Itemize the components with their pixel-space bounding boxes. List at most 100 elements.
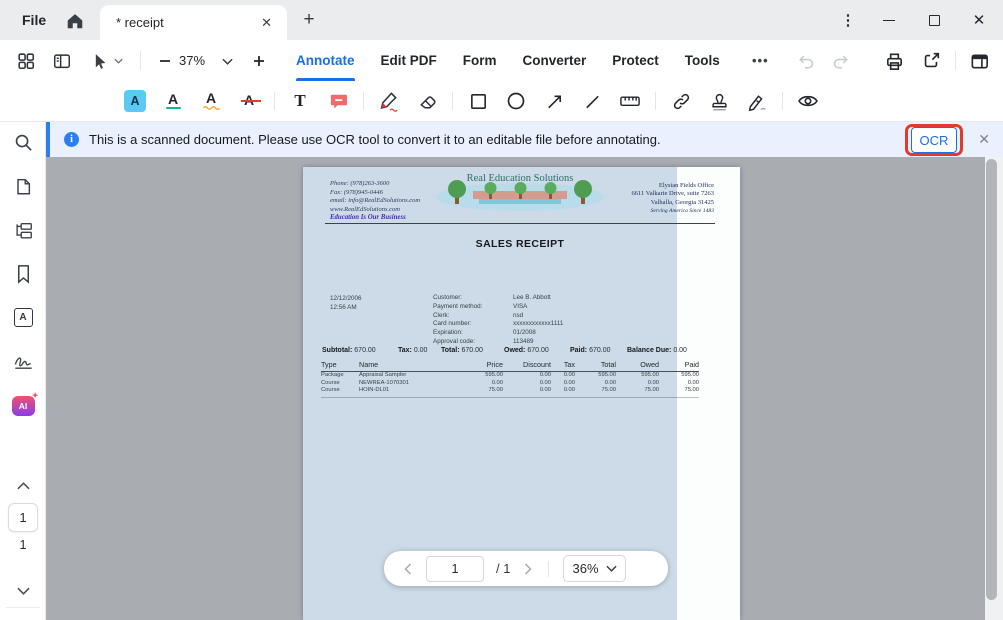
- document-tab[interactable]: * receipt ✕: [100, 5, 287, 40]
- home-icon: [65, 11, 85, 31]
- previous-page-button[interactable]: [9, 472, 37, 500]
- print-button[interactable]: [881, 48, 907, 74]
- highlight-tool[interactable]: A: [116, 81, 154, 122]
- tab-annotate-label: Annotate: [296, 53, 355, 68]
- arrow-icon: [545, 92, 564, 111]
- zoom-select[interactable]: 36%: [563, 555, 625, 582]
- zoom-dropdown[interactable]: [218, 48, 236, 74]
- sidebar-page-input[interactable]: [8, 503, 38, 532]
- ruler-icon: [619, 92, 641, 110]
- minimize-button[interactable]: [874, 0, 904, 40]
- annotate-toolbar: A A A A T: [0, 81, 1003, 122]
- bookmark-panel-button[interactable]: [9, 259, 37, 287]
- maximize-button[interactable]: [919, 0, 949, 40]
- home-button[interactable]: [62, 8, 88, 34]
- receipt-contact-block: Phone: (978)263-3600 Fax: (978)945-0446 …: [330, 180, 420, 223]
- comment-tool[interactable]: [319, 81, 357, 122]
- link-tool[interactable]: [662, 81, 700, 122]
- receipt-details: Customer:Lee B. Abbott Payment method:VI…: [433, 294, 563, 347]
- layout-topbar-icon: [969, 51, 990, 72]
- zoom-in-button[interactable]: [246, 48, 272, 74]
- vertical-scrollbar-track[interactable]: [985, 157, 1003, 620]
- banner-close-icon[interactable]: ✕: [978, 122, 990, 157]
- tab-form[interactable]: Form: [463, 40, 497, 81]
- chevron-down-icon: [17, 587, 30, 595]
- measure-tool[interactable]: [611, 81, 649, 122]
- tab-close-icon[interactable]: ✕: [256, 13, 277, 33]
- ocr-button[interactable]: OCR: [911, 127, 957, 153]
- select-tool-button[interactable]: [86, 48, 112, 74]
- highlight-icon: A: [124, 90, 146, 112]
- page-number-input[interactable]: [426, 556, 484, 582]
- divider: [655, 92, 656, 110]
- zoom-select-value: 36%: [572, 561, 598, 576]
- share-export-button[interactable]: [918, 48, 944, 74]
- select-tool-dropdown[interactable]: [110, 48, 126, 74]
- tab-edit-pdf-label: Edit PDF: [381, 53, 437, 68]
- divider: [548, 561, 549, 577]
- underline-tool[interactable]: A: [154, 81, 192, 122]
- receipt-office-block: Elysian Fields Office 6611 Valkarie Driv…: [632, 182, 715, 216]
- layout-toggle-button[interactable]: [966, 48, 992, 74]
- tab-converter-label: Converter: [523, 53, 587, 68]
- vertical-scrollbar-thumb[interactable]: [986, 159, 997, 600]
- zoom-out-button[interactable]: [152, 48, 178, 74]
- squiggly-underline-tool[interactable]: A: [192, 81, 230, 122]
- signature-tool[interactable]: [738, 81, 776, 122]
- visibility-tool[interactable]: [789, 81, 827, 122]
- window-menu-button[interactable]: ⋮: [833, 0, 863, 40]
- table-row: CourseNEWREA-1070301 0.000.00 0.000.00 0…: [321, 380, 699, 388]
- signature-squiggle-icon: [12, 351, 35, 371]
- ai-assistant-button[interactable]: AI✦: [9, 392, 37, 420]
- strikethrough-tool[interactable]: A: [230, 81, 268, 122]
- undo-icon: [797, 52, 816, 71]
- tab-converter[interactable]: Converter: [523, 40, 587, 81]
- line-tool[interactable]: [573, 81, 611, 122]
- close-button[interactable]: ✕: [964, 0, 994, 40]
- arrow-tool[interactable]: [535, 81, 573, 122]
- tab-title: * receipt: [116, 15, 256, 30]
- typewriter-text-tool[interactable]: T: [281, 81, 319, 122]
- panel-toggle-button[interactable]: [49, 48, 75, 74]
- ellipse-tool[interactable]: [497, 81, 535, 122]
- receipt-datetime: 12/12/2006 12:56 AM: [330, 294, 362, 312]
- bookmarks-outline-panel-button[interactable]: [9, 216, 37, 244]
- previous-page-button[interactable]: [402, 561, 414, 577]
- divider: [955, 51, 956, 70]
- stamp-tool[interactable]: [700, 81, 738, 122]
- redo-button[interactable]: [827, 48, 853, 74]
- thumbnails-panel-button[interactable]: [9, 172, 37, 200]
- tab-protect[interactable]: Protect: [612, 40, 659, 81]
- search-panel-button[interactable]: [9, 128, 37, 156]
- document-canvas[interactable]: Phone: (978)263-3600 Fax: (978)945-0446 …: [46, 157, 1003, 620]
- next-page-button[interactable]: [522, 561, 534, 577]
- squiggly-icon: A: [203, 92, 220, 110]
- zoom-level-value: 37%: [179, 40, 205, 81]
- circle-icon: [506, 91, 526, 111]
- chevron-up-icon: [17, 482, 30, 490]
- ai-icon: AI✦: [12, 396, 35, 416]
- next-page-button[interactable]: [9, 577, 37, 605]
- file-menu[interactable]: File: [16, 0, 52, 40]
- signatures-panel-button[interactable]: [9, 347, 37, 375]
- eraser-tool[interactable]: [408, 81, 446, 122]
- pencil-tool[interactable]: [370, 81, 408, 122]
- tab-tools[interactable]: Tools: [685, 40, 720, 81]
- rectangle-tool[interactable]: [459, 81, 497, 122]
- annotations-panel-button[interactable]: A: [9, 303, 37, 331]
- page-separator: / 1: [496, 561, 510, 576]
- new-tab-button[interactable]: +: [297, 8, 321, 32]
- undo-button[interactable]: [793, 48, 819, 74]
- chevron-down-icon: [114, 58, 123, 64]
- tab-tools-label: Tools: [685, 53, 720, 68]
- receipt-title: SALES RECEIPT: [325, 238, 715, 250]
- grid-view-button[interactable]: [13, 48, 39, 74]
- plus-icon: [252, 54, 266, 68]
- text-icon: T: [294, 91, 305, 111]
- page-navigation-bar: / 1 36%: [384, 551, 668, 586]
- tab-protect-label: Protect: [612, 53, 659, 68]
- tab-edit-pdf[interactable]: Edit PDF: [381, 40, 437, 81]
- tab-annotate[interactable]: Annotate: [296, 40, 355, 81]
- table-header-row: Type Name Price Discount Tax Total Owed …: [321, 360, 699, 369]
- more-tabs-button[interactable]: •••: [752, 40, 769, 81]
